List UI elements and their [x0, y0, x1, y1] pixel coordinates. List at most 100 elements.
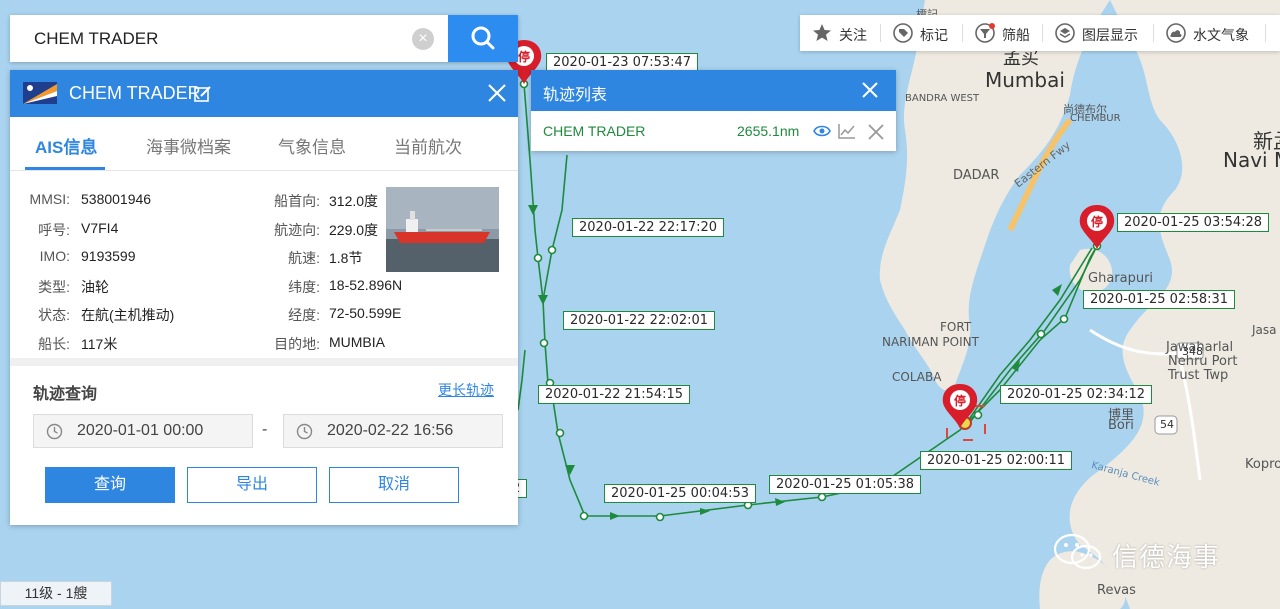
- map-place-label: NARIMAN POINT: [882, 335, 979, 349]
- start-date-value: 2020-01-01 00:00: [77, 422, 204, 439]
- query-button[interactable]: 查询: [45, 467, 175, 503]
- ship-title: CHEM TRADER: [69, 83, 201, 103]
- svg-text:停: 停: [518, 49, 530, 64]
- map-place-label: Navi M: [1223, 148, 1280, 172]
- wechat-icon: [1053, 533, 1102, 570]
- info-label: 类型:: [38, 279, 70, 295]
- toolbar-label: 关注: [839, 27, 867, 43]
- close-icon[interactable]: [861, 81, 879, 99]
- track-timestamp-label: 2020-01-22 22:02:01: [563, 311, 716, 330]
- info-value: 72-50.599E: [329, 305, 402, 321]
- tab-current-voyage[interactable]: 当前航次: [394, 133, 462, 158]
- svg-text:停: 停: [954, 393, 966, 408]
- close-icon[interactable]: [867, 123, 885, 141]
- info-label: 目的地:: [274, 336, 320, 352]
- info-value: 1.8节: [329, 250, 363, 266]
- cancel-button[interactable]: 取消: [329, 467, 459, 503]
- track-query-title: 轨迹查询: [33, 386, 98, 403]
- map-place-label: CHEMBUR: [1070, 113, 1121, 124]
- track-distance: 2655.1nm: [737, 123, 800, 139]
- close-icon[interactable]: [487, 83, 507, 103]
- track-timestamp-label: 2020-01-22 21:54:15: [538, 385, 691, 404]
- date-separator: -: [262, 421, 268, 438]
- map-place-label: Kopro: [1245, 457, 1280, 472]
- info-label: 状态:: [38, 307, 70, 323]
- info-label: 纬度:: [288, 279, 320, 295]
- end-date-value: 2020-02-22 16:56: [327, 422, 454, 439]
- track-list-panel: 轨迹列表 CHEM TRADER 2655.1nm: [531, 70, 896, 151]
- edit-icon[interactable]: [194, 85, 212, 103]
- track-list-title: 轨迹列表: [543, 87, 608, 104]
- map-place-label: Mumbai: [985, 68, 1065, 92]
- clock-icon: [46, 423, 63, 440]
- info-label: 呼号:: [38, 222, 70, 238]
- toolbar-label: 筛船: [1002, 27, 1030, 43]
- ship-panel-header: CHEM TRADER: [10, 70, 518, 117]
- map-place-label: FORT: [940, 320, 972, 334]
- search-input[interactable]: [10, 15, 446, 62]
- tab-active-indicator: [25, 167, 105, 170]
- info-value: 117米: [81, 336, 118, 352]
- track-list-header: 轨迹列表: [531, 70, 896, 111]
- start-date-field[interactable]: 2020-01-01 00:00: [33, 414, 253, 448]
- tag-icon: [893, 23, 913, 43]
- watermark: 信德海事: [1052, 532, 1252, 573]
- info-label: MMSI:: [29, 191, 70, 207]
- star-icon: [813, 24, 831, 41]
- info-value: 9193599: [81, 248, 136, 264]
- info-value: MUMBIA: [329, 334, 385, 350]
- end-date-field[interactable]: 2020-02-22 16:56: [283, 414, 503, 448]
- info-label: 经度:: [288, 307, 320, 323]
- search-box: ×: [10, 15, 518, 62]
- tab-weather[interactable]: 气象信息: [278, 133, 346, 158]
- search-button[interactable]: [448, 15, 518, 62]
- info-label: 航速:: [288, 250, 320, 266]
- section-divider: [10, 358, 518, 366]
- info-value: 312.0度: [329, 193, 379, 209]
- weather-icon: [1166, 23, 1186, 43]
- info-label: 船长:: [38, 336, 70, 352]
- map-place-label: Jasa: [1252, 323, 1277, 337]
- info-value: 在航(主机推动): [81, 307, 175, 323]
- search-icon: [471, 26, 495, 50]
- flag-icon: [23, 82, 57, 104]
- ship-photo[interactable]: [386, 187, 499, 272]
- map-place-label: BANDRA WEST: [905, 93, 980, 104]
- eye-icon[interactable]: [813, 124, 831, 138]
- filter-icon: [975, 23, 995, 43]
- tab-ais[interactable]: AIS信息: [35, 133, 97, 158]
- clear-icon[interactable]: ×: [412, 28, 434, 50]
- watermark-text: 信德海事: [1112, 543, 1221, 573]
- ship-tabs: AIS信息 海事微档案 气象信息 当前航次: [10, 117, 518, 171]
- chart-icon[interactable]: [838, 123, 856, 139]
- map-place-label: Revas: [1097, 583, 1136, 598]
- info-value: 油轮: [81, 279, 109, 295]
- map-toolbar: 关注 标记 筛船 图层显示 水文气象: [800, 15, 1280, 51]
- track-timestamp-label: 2020-01-25 03:54:28: [1117, 213, 1270, 232]
- export-button[interactable]: 导出: [187, 467, 317, 503]
- layers-icon: [1055, 23, 1075, 43]
- info-label: 航迹向:: [274, 222, 320, 238]
- svg-text:停: 停: [1091, 214, 1103, 229]
- toolbar-label: 图层显示: [1082, 27, 1138, 43]
- info-value: 18-52.896N: [329, 277, 403, 293]
- track-ship-name: CHEM TRADER: [543, 123, 646, 139]
- map-place-label: 348: [1182, 345, 1203, 358]
- track-timestamp-label: 2020-01-25 00:04:53: [604, 484, 757, 503]
- ship-info-panel: CHEM TRADER AIS信息 海事微档案 气象信息 当前航次 MMSI: 5…: [10, 70, 518, 525]
- track-timestamp-label: 2020-01-22 22:17:20: [572, 218, 725, 237]
- track-query-section: 轨迹查询 更长轨迹 2020-01-01 00:00 - 2020-02-22 …: [10, 366, 518, 525]
- info-value: 229.0度: [329, 222, 379, 238]
- tab-maritime-profile[interactable]: 海事微档案: [146, 133, 231, 158]
- track-timestamp-label: 2020-01-25 02:34:12: [1000, 385, 1153, 404]
- map-place-label: Bori: [1108, 418, 1134, 433]
- map-place-label: Gharapuri: [1088, 271, 1154, 286]
- longer-track-link[interactable]: 更长轨迹: [438, 380, 494, 400]
- info-label: 船首向:: [274, 193, 320, 209]
- info-value: 538001946: [81, 191, 152, 207]
- zoom-level-badge: 11级 - 1艘: [0, 581, 112, 606]
- track-timestamp-label: 2020-01-25 02:58:31: [1083, 290, 1236, 309]
- map-place-label: 54: [1160, 418, 1174, 431]
- track-list-item[interactable]: CHEM TRADER 2655.1nm: [531, 111, 896, 151]
- track-timestamp-label: 2020-01-25 01:05:38: [769, 475, 922, 494]
